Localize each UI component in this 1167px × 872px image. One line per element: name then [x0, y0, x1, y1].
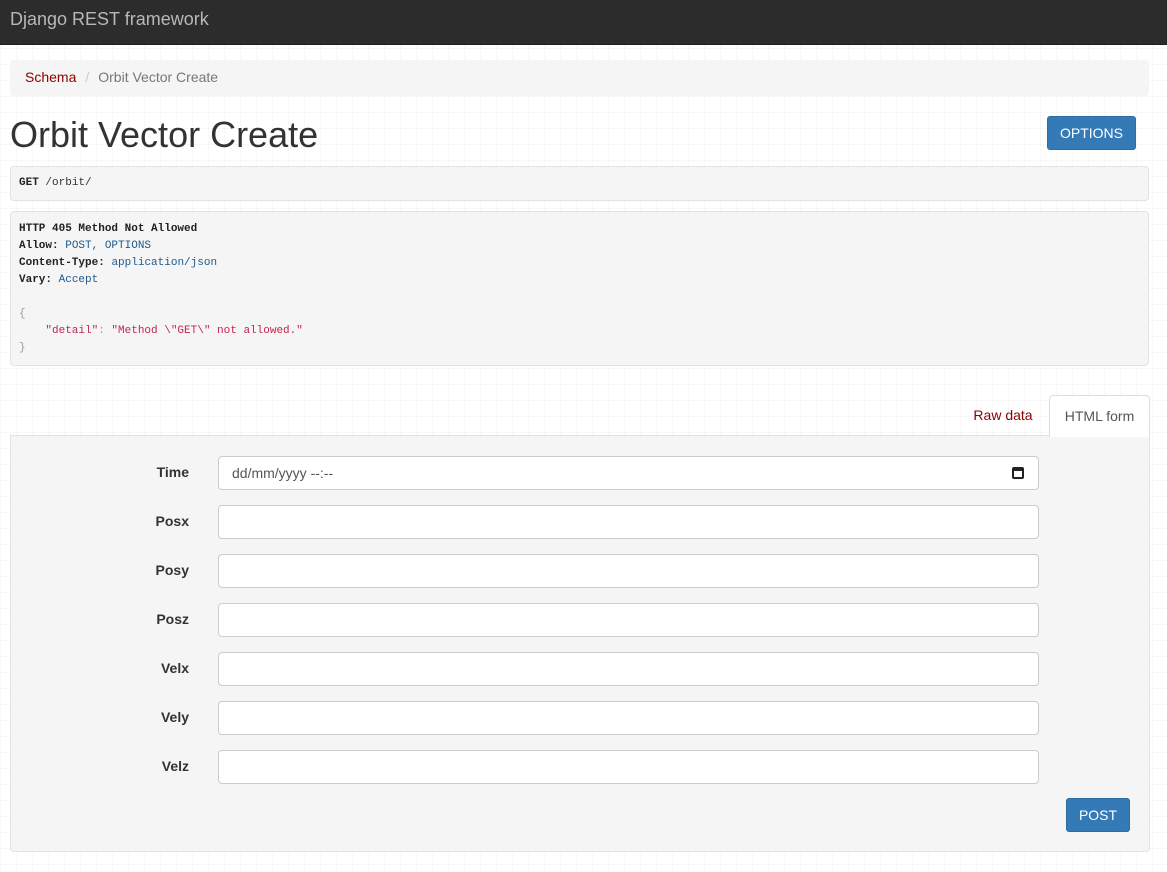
- velz-input[interactable]: [218, 750, 1039, 784]
- page-title: Orbit Vector Create: [10, 114, 319, 155]
- header-name: Content-Type:: [19, 257, 105, 269]
- tab-raw-data[interactable]: Raw data: [958, 395, 1048, 435]
- breadcrumb-current: Orbit Vector Create: [98, 69, 219, 85]
- posy-input[interactable]: [218, 554, 1039, 588]
- response-info: HTTP 405 Method Not Allowed Allow: POST,…: [10, 211, 1149, 366]
- breadcrumb-schema-link[interactable]: Schema: [25, 69, 76, 85]
- tab-html-form[interactable]: HTML form: [1049, 395, 1150, 437]
- velx-input[interactable]: [218, 652, 1039, 686]
- header-name: Allow:: [19, 240, 59, 252]
- post-button[interactable]: POST: [1066, 798, 1130, 832]
- breadcrumb-separator: /: [85, 69, 90, 85]
- options-button[interactable]: OPTIONS: [1047, 116, 1136, 150]
- request-info: GET /orbit/: [10, 166, 1149, 201]
- header-value: POST, OPTIONS: [65, 240, 152, 252]
- time-input[interactable]: dd/mm/yyyy --:--: [218, 456, 1039, 490]
- vely-label: Vely: [160, 709, 189, 725]
- response-header-content-type: Content-Type: application/json: [19, 255, 1140, 272]
- json-key: "detail": [45, 325, 99, 337]
- json-open-brace: {: [19, 308, 26, 320]
- json-colon: :: [98, 325, 112, 337]
- json-detail-line: "detail": "Method \"GET\" not allowed.": [19, 323, 1140, 340]
- response-header-vary: Vary: Accept: [19, 272, 1140, 289]
- navbar: Django REST framework: [0, 0, 1167, 45]
- json-value: "Method \"GET\" not allowed.": [111, 325, 303, 337]
- posy-label: Posy: [155, 562, 189, 578]
- calendar-icon[interactable]: [1012, 467, 1024, 479]
- vely-input[interactable]: [218, 701, 1039, 735]
- time-label: Time: [156, 464, 189, 480]
- request-path: /orbit/: [45, 177, 92, 189]
- header-value: Accept: [58, 274, 99, 286]
- velx-label: Velx: [160, 660, 189, 676]
- velz-label: Velz: [161, 758, 189, 774]
- posx-label: Posx: [155, 513, 189, 529]
- posz-label: Posz: [156, 611, 189, 627]
- posz-input[interactable]: [218, 603, 1039, 637]
- response-header-allow: Allow: POST, OPTIONS: [19, 238, 1140, 255]
- header-value: application/json: [111, 257, 218, 269]
- response-status: HTTP 405 Method Not Allowed: [19, 223, 198, 235]
- posx-input[interactable]: [218, 505, 1039, 539]
- json-close-brace: }: [19, 342, 26, 354]
- breadcrumb: Schema / Orbit Vector Create: [10, 60, 1149, 96]
- request-method: GET: [19, 177, 39, 189]
- brand-link[interactable]: Django REST framework: [10, 9, 209, 30]
- header-name: Vary:: [19, 274, 53, 286]
- html-form: Time dd/mm/yyyy --:-- Posx Posy Posz Vel…: [10, 435, 1150, 852]
- time-placeholder: dd/mm/yyyy --:--: [232, 465, 334, 481]
